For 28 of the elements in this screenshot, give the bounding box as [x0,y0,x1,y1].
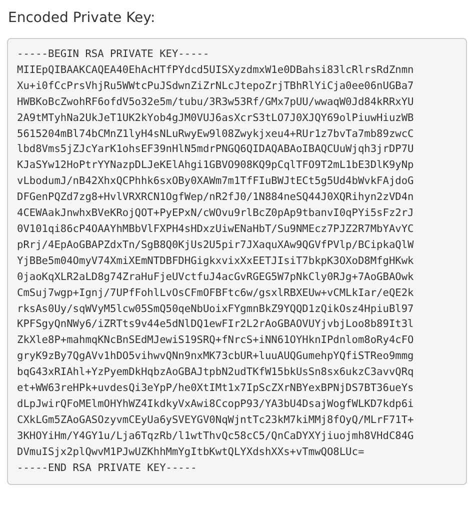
key-line: 2A9tMTyhNa2UkJeT1UK2kYob4gJM0VUJ6asXcrS3tLO7J0XJQY69olPiuwHiuzWB [17,112,414,124]
key-line: gryK9zBy7QgAVv1hDO5vihwvQNn9nxMK73cbUR+luuAUQGumehpYQfiSTReo9mmg [17,350,414,362]
key-line: et+WW63reHPk+uvdesQi3eYpP/he0XtIMt1x7IpScZXrNBYexBPNjDS7BT36ueYs [17,382,414,394]
key-line: HWBKoBcZwohRF6ofdV5o32e5m/tubu/3R3w53Rf/GMx7pUU/wwaqW0Jd84kRRxYU [17,96,414,108]
key-line: rksAs0Uy/sqWVyM5lcw05SmQ50qeNbUoixFYgmnBkZ9YQQD1zQikOsz4HpiuBl97 [17,302,414,314]
key-line: 0jaoKqXLR2aLD8g74ZraHuFjeUVctfuJ4acGvRGEG5W7pNkCly0RJg+7AoGBAOwk [17,270,414,283]
field-label: Encoded Private Key: [8,9,156,28]
key-line: 0V101qi86cP4OAAYhMBbVlFXPH4sHDxzUiwENaHbT/Su9NMEcz7PJZ2R7MbYAvYC [17,222,414,235]
key-line: -----END RSA PRIVATE KEY----- [17,462,197,474]
key-line: MIIEpQIBAAKCAQEA40EhAcHTfPYdcd5UISXyzdmxW1e0DBahsi83lcRlrsRdZnmn [17,64,414,76]
key-line: Xu+i0fCcPrsVhjRu5WWtcPuJSdwnZiZrNLcJtepoZrjTBhRlYiCja0ee06nUGBa7 [17,80,414,92]
key-line: KJaSYw12HoPtrYYNazpDLJeKElAhgi1GBVO908KQ9pCqlTFO9T2mL1bE3DlK9yNp [17,159,414,172]
key-line: -----BEGIN RSA PRIVATE KEY----- [17,48,210,60]
key-line: DVmuISjx2plQwvM1PJwUZKhhMmYgItbKwtQLYXdshXXs+vTmwQO8LUc= [17,446,364,458]
key-line: 4CEWAakJnwhxBVeKRojQOT+PyEPxN/cWOvu9rlBcZ0pAp9tbanvI0qPYi5sFz2rJ [17,207,414,220]
key-line: 5615204mBl74bCMnZ1lyH4sNLuRwyEw9l08Zwykjxeu4+RUr1z7bvTa7mb89zwcC [17,128,414,140]
key-line: CmSuj7wgp+Ignj/7UPfFohlLvOsCFmOFBFtc6w/gsxlRBXEUw+vCMLkIar/eQE2k [17,286,414,299]
key-line: pRrj/4EpAoGBAPZdxTn/SgB8Q0KjUs2U5pir7JXaquXAw9QGVfPVlp/BCipkaQlW [17,238,414,251]
key-line: vLbodumJ/nB42XhxQCPhhk6sxOBy0XAWm7m1TfFIuBWJtECt5g5Ud4bWvkFAjdoG [17,175,414,188]
key-line: KPFSgyQnNWy6/iZRTts9v44e5dNlDQ1ewFIr2L2rAoGBAOVUYjvbjLoo8b89It3l [17,318,414,330]
key-line: bqG43xRIAhl+YzPyemDkHqbzAoGBAJtpbN2udTKfW15bkUsSn8sx6ukzC3avvQRq [17,366,414,378]
key-line: dLpJwirQFoMElmOHYhWZ4IkdkyVxAwi8CcopP93/YA3bU4DsajWogfWLKD7kdp6i [17,398,414,410]
key-line: 3KHOYiHm/Y4GY1u/Lja6TqzRb/l1wtThvQc58cC5/QnCaDYXYjiuojmh8VHdC84G [17,430,414,442]
key-line: lbd8Vms5jZJcYarK1ohsEF39nHlN5mdrPNGQ6QIDAQABAoIBAQCUuWjqh3jrDP7U [17,143,414,156]
key-line: DFGenPQZd7zg8+HvlVRXRCN1OgfWep/nR2fJ0/1N884neSQ44J0XQRihyn2zVD4n [17,191,414,204]
key-line: ZkXle8P+mahmqKNcBnSEdMJewiS19SRQ+fNrcS+iNN61OYHknIPdnlom8oRy4cFO [17,334,414,346]
key-line: CXkLGm5ZAoGASOzyvmCEyUa6ySVEYGV0NqWjntTc23kM7kiMMj8fOyQ/MLrF71T+ [17,414,414,426]
key-line: YjBBe5m04OmyV74XmiXEmNTDBFDHGigkxvixXxEETJIsiT7bkpK3OXoD8MfgHKwk [17,254,414,267]
